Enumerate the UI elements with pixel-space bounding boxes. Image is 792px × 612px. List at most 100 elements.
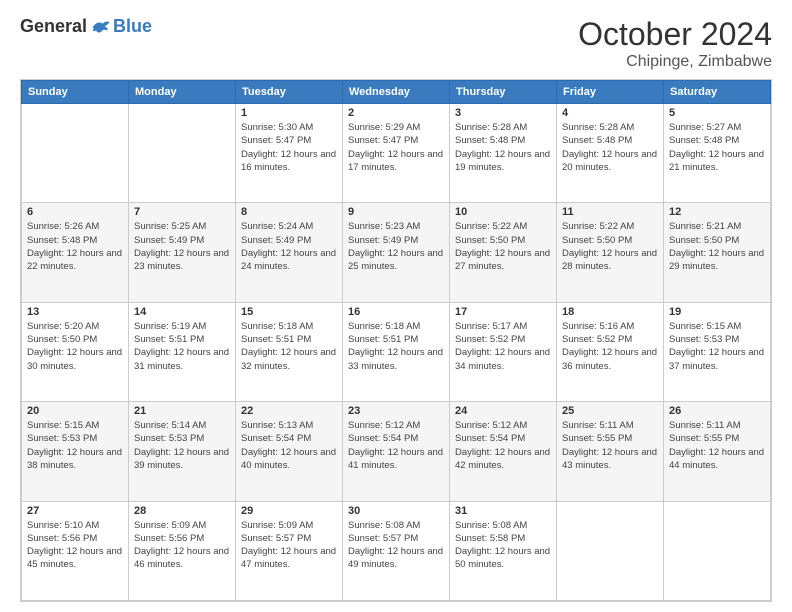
- col-saturday: Saturday: [664, 81, 771, 104]
- day-number: 16: [348, 306, 444, 318]
- day-number: 13: [27, 306, 123, 318]
- day-number: 7: [134, 206, 230, 218]
- day-number: 28: [134, 505, 230, 517]
- table-row: 18Sunrise: 5:16 AMSunset: 5:52 PMDayligh…: [557, 302, 664, 401]
- day-number: 12: [669, 206, 765, 218]
- day-info: Sunrise: 5:11 AMSunset: 5:55 PMDaylight:…: [562, 419, 658, 472]
- day-info: Sunrise: 5:27 AMSunset: 5:48 PMDaylight:…: [669, 121, 765, 174]
- logo-blue-text: Blue: [113, 16, 152, 37]
- table-row: 24 Sunrise: 5:12 AMSunset: 5:54 PMDayligh…: [450, 402, 557, 501]
- day-info: Sunrise: 5:12 AMSunset: 5:54 PMDaylight:…: [455, 419, 551, 472]
- table-row: 5 Sunrise: 5:27 AMSunset: 5:48 PMDaylight…: [664, 104, 771, 203]
- day-info: Sunrise: 5:15 AMSunset: 5:53 PMDaylight:…: [669, 320, 765, 373]
- day-info: Sunrise: 5:29 AMSunset: 5:47 PMDaylight:…: [348, 121, 444, 174]
- table-row: 23Sunrise: 5:12 AMSunset: 5:54 PMDayligh…: [343, 402, 450, 501]
- col-sunday: Sunday: [22, 81, 129, 104]
- day-number: 6: [27, 206, 123, 218]
- table-row: 1 Sunrise: 5:30 AMSunset: 5:47 PMDaylight…: [236, 104, 343, 203]
- day-number: 27: [27, 505, 123, 517]
- day-number: 8: [241, 206, 337, 218]
- table-row: 15 Sunrise: 5:18 AMSunset: 5:51 PMDayligh…: [236, 302, 343, 401]
- day-info: Sunrise: 5:21 AMSunset: 5:50 PMDaylight:…: [669, 220, 765, 273]
- day-number: 5: [669, 107, 765, 119]
- title-area: October 2024 Chipinge, Zimbabwe: [578, 16, 772, 71]
- day-number: 31: [455, 505, 551, 517]
- day-info: Sunrise: 5:19 AMSunset: 5:51 PMDaylight:…: [134, 320, 230, 373]
- day-info: Sunrise: 5:28 AMSunset: 5:48 PMDaylight:…: [562, 121, 658, 174]
- day-info: Sunrise: 5:08 AMSunset: 5:58 PMDaylight:…: [455, 519, 551, 572]
- table-row: [129, 104, 236, 203]
- day-info: Sunrise: 5:24 AMSunset: 5:49 PMDaylight:…: [241, 220, 337, 273]
- col-wednesday: Wednesday: [343, 81, 450, 104]
- day-info: Sunrise: 5:15 AMSunset: 5:53 PMDaylight:…: [27, 419, 123, 472]
- table-row: 28 Sunrise: 5:09 AMSunset: 5:56 PMDayligh…: [129, 501, 236, 600]
- calendar-header: Sunday Monday Tuesday Wednesday Thursday…: [22, 81, 771, 104]
- table-row: 11 Sunrise: 5:22 AMSunset: 5:50 PMDayligh…: [557, 203, 664, 302]
- day-number: 9: [348, 206, 444, 218]
- calendar-table: Sunday Monday Tuesday Wednesday Thursday…: [21, 80, 771, 601]
- table-row: 13Sunrise: 5:20 AMSunset: 5:50 PMDayligh…: [22, 302, 129, 401]
- table-row: 3 Sunrise: 5:28 AMSunset: 5:48 PMDaylight…: [450, 104, 557, 203]
- day-number: 29: [241, 505, 337, 517]
- day-number: 3: [455, 107, 551, 119]
- day-info: Sunrise: 5:16 AMSunset: 5:52 PMDaylight:…: [562, 320, 658, 373]
- table-row: 31 Sunrise: 5:08 AMSunset: 5:58 PMDayligh…: [450, 501, 557, 600]
- month-title: October 2024: [578, 16, 772, 53]
- table-row: [557, 501, 664, 600]
- day-info: Sunrise: 5:22 AMSunset: 5:50 PMDaylight:…: [562, 220, 658, 273]
- day-info: Sunrise: 5:09 AMSunset: 5:57 PMDaylight:…: [241, 519, 337, 572]
- page: General Blue October 2024 Chipinge, Zimb…: [0, 0, 792, 612]
- table-row: 8 Sunrise: 5:24 AMSunset: 5:49 PMDaylight…: [236, 203, 343, 302]
- day-number: 19: [669, 306, 765, 318]
- table-row: 21 Sunrise: 5:14 AMSunset: 5:53 PMDayligh…: [129, 402, 236, 501]
- location: Chipinge, Zimbabwe: [578, 53, 772, 71]
- col-friday: Friday: [557, 81, 664, 104]
- day-number: 20: [27, 405, 123, 417]
- day-info: Sunrise: 5:23 AMSunset: 5:49 PMDaylight:…: [348, 220, 444, 273]
- header-row: Sunday Monday Tuesday Wednesday Thursday…: [22, 81, 771, 104]
- table-row: 2 Sunrise: 5:29 AMSunset: 5:47 PMDaylight…: [343, 104, 450, 203]
- day-number: 11: [562, 206, 658, 218]
- calendar-week-row: 1 Sunrise: 5:30 AMSunset: 5:47 PMDaylight…: [22, 104, 771, 203]
- day-number: 26: [669, 405, 765, 417]
- col-monday: Monday: [129, 81, 236, 104]
- table-row: [664, 501, 771, 600]
- calendar-body: 1 Sunrise: 5:30 AMSunset: 5:47 PMDaylight…: [22, 104, 771, 601]
- table-row: 10Sunrise: 5:22 AMSunset: 5:50 PMDayligh…: [450, 203, 557, 302]
- table-row: 14 Sunrise: 5:19 AMSunset: 5:51 PMDayligh…: [129, 302, 236, 401]
- day-info: Sunrise: 5:25 AMSunset: 5:49 PMDaylight:…: [134, 220, 230, 273]
- day-number: 24: [455, 405, 551, 417]
- table-row: 27Sunrise: 5:10 AMSunset: 5:56 PMDayligh…: [22, 501, 129, 600]
- day-info: Sunrise: 5:11 AMSunset: 5:55 PMDaylight:…: [669, 419, 765, 472]
- day-info: Sunrise: 5:22 AMSunset: 5:50 PMDaylight:…: [455, 220, 551, 273]
- day-info: Sunrise: 5:17 AMSunset: 5:52 PMDaylight:…: [455, 320, 551, 373]
- table-row: 19 Sunrise: 5:15 AMSunset: 5:53 PMDayligh…: [664, 302, 771, 401]
- header: General Blue October 2024 Chipinge, Zimb…: [20, 16, 772, 71]
- table-row: 12 Sunrise: 5:21 AMSunset: 5:50 PMDayligh…: [664, 203, 771, 302]
- col-thursday: Thursday: [450, 81, 557, 104]
- table-row: [22, 104, 129, 203]
- day-info: Sunrise: 5:28 AMSunset: 5:48 PMDaylight:…: [455, 121, 551, 174]
- table-row: 6 Sunrise: 5:26 AMSunset: 5:48 PMDaylight…: [22, 203, 129, 302]
- day-info: Sunrise: 5:26 AMSunset: 5:48 PMDaylight:…: [27, 220, 123, 273]
- day-info: Sunrise: 5:14 AMSunset: 5:53 PMDaylight:…: [134, 419, 230, 472]
- day-number: 25: [562, 405, 658, 417]
- table-row: 20 Sunrise: 5:15 AMSunset: 5:53 PMDayligh…: [22, 402, 129, 501]
- day-number: 1: [241, 107, 337, 119]
- day-number: 2: [348, 107, 444, 119]
- calendar-week-row: 13Sunrise: 5:20 AMSunset: 5:50 PMDayligh…: [22, 302, 771, 401]
- calendar-week-row: 20 Sunrise: 5:15 AMSunset: 5:53 PMDayligh…: [22, 402, 771, 501]
- day-number: 30: [348, 505, 444, 517]
- day-info: Sunrise: 5:30 AMSunset: 5:47 PMDaylight:…: [241, 121, 337, 174]
- table-row: 26 Sunrise: 5:11 AMSunset: 5:55 PMDayligh…: [664, 402, 771, 501]
- day-number: 21: [134, 405, 230, 417]
- table-row: 16Sunrise: 5:18 AMSunset: 5:51 PMDayligh…: [343, 302, 450, 401]
- day-number: 15: [241, 306, 337, 318]
- day-info: Sunrise: 5:08 AMSunset: 5:57 PMDaylight:…: [348, 519, 444, 572]
- table-row: 29 Sunrise: 5:09 AMSunset: 5:57 PMDayligh…: [236, 501, 343, 600]
- col-tuesday: Tuesday: [236, 81, 343, 104]
- logo: General Blue: [20, 16, 152, 37]
- day-number: 14: [134, 306, 230, 318]
- day-info: Sunrise: 5:18 AMSunset: 5:51 PMDaylight:…: [241, 320, 337, 373]
- day-info: Sunrise: 5:09 AMSunset: 5:56 PMDaylight:…: [134, 519, 230, 572]
